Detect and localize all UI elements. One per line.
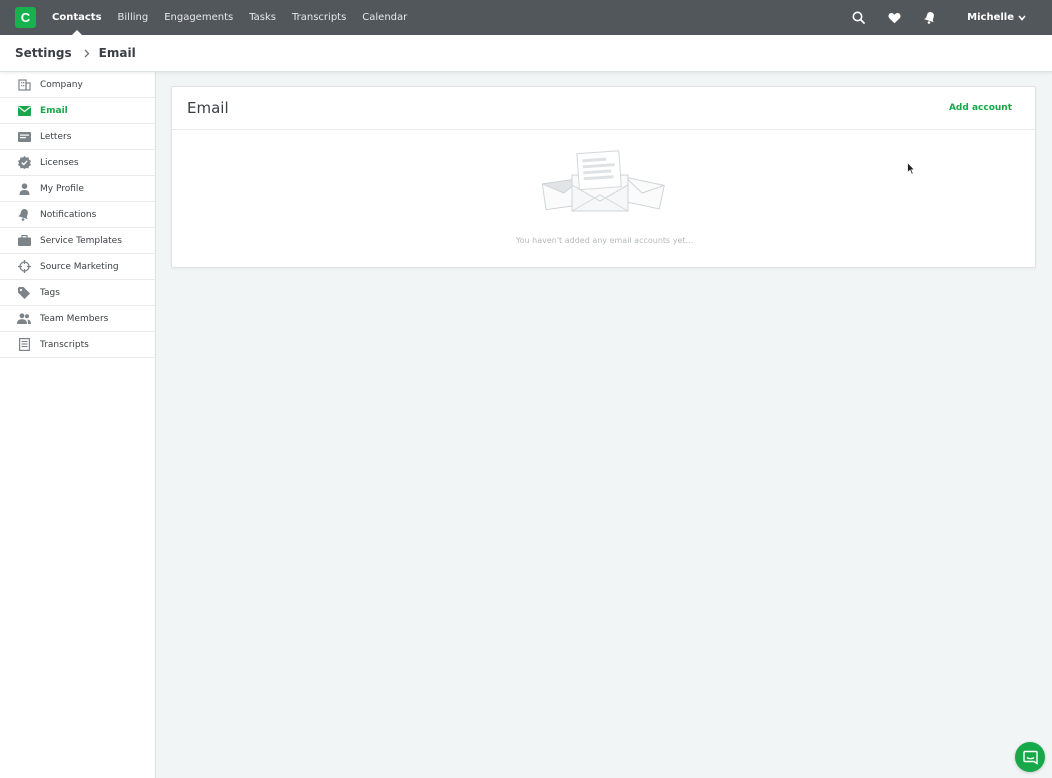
app-logo[interactable]: C [15, 7, 36, 28]
top-navbar: C Contacts Billing Engagements Tasks Tra… [0, 0, 1052, 35]
sidebar-item-label: Email [40, 105, 68, 116]
bell-icon [17, 208, 31, 222]
sidebar-item-licenses[interactable]: Licenses [0, 150, 155, 176]
tag-icon [17, 286, 31, 300]
sidebar-item-label: Service Templates [40, 235, 122, 246]
sidebar-item-team-members[interactable]: Team Members [0, 306, 155, 332]
sidebar-item-label: My Profile [40, 183, 84, 194]
breadcrumb: Settings Email [0, 35, 1052, 72]
sidebar-item-label: Company [40, 79, 83, 90]
building-icon [17, 78, 31, 92]
main-nav: Contacts Billing Engagements Tasks Trans… [44, 0, 415, 35]
topbar-actions: Michelle [851, 0, 1052, 35]
chat-icon [1022, 750, 1038, 765]
sidebar-item-notifications[interactable]: Notifications [0, 202, 155, 228]
badge-icon [17, 156, 31, 170]
sidebar-item-label: Licenses [40, 157, 79, 168]
nav-calendar[interactable]: Calendar [354, 0, 415, 35]
sidebar-item-source-marketing[interactable]: Source Marketing [0, 254, 155, 280]
mouse-cursor-icon [907, 160, 916, 179]
sidebar-item-company[interactable]: Company [0, 72, 155, 98]
search-icon[interactable] [851, 11, 865, 25]
document-icon [17, 338, 31, 352]
breadcrumb-email: Email [98, 46, 136, 60]
sidebar-item-label: Source Marketing [40, 261, 119, 272]
sidebar-item-service-templates[interactable]: Service Templates [0, 228, 155, 254]
card-header: Email Add account [172, 87, 1035, 130]
nav-tasks[interactable]: Tasks [241, 0, 284, 35]
sidebar-item-letters[interactable]: Letters [0, 124, 155, 150]
empty-envelopes-illustration [540, 149, 666, 219]
heart-icon[interactable] [887, 11, 901, 25]
sidebar-item-label: Team Members [40, 313, 109, 324]
page-title: Email [187, 99, 229, 117]
sidebar-item-transcripts[interactable]: Transcripts [0, 332, 155, 358]
empty-state-message: You haven't added any email accounts yet… [515, 236, 694, 245]
crosshair-icon [17, 260, 31, 274]
nav-contacts[interactable]: Contacts [44, 0, 110, 35]
settings-sidebar: Company Email Letters Licenses My Profil… [0, 72, 156, 778]
sidebar-item-label: Notifications [40, 209, 97, 220]
chevron-right-icon [84, 49, 90, 58]
nav-billing[interactable]: Billing [110, 0, 157, 35]
sidebar-item-tags[interactable]: Tags [0, 280, 155, 306]
add-account-button[interactable]: Add account [949, 103, 1012, 113]
sidebar-item-my-profile[interactable]: My Profile [0, 176, 155, 202]
nav-transcripts[interactable]: Transcripts [284, 0, 354, 35]
breadcrumb-settings[interactable]: Settings [15, 46, 72, 60]
sidebar-item-label: Transcripts [40, 339, 89, 350]
user-menu[interactable]: Michelle [967, 12, 1026, 23]
chevron-down-icon [1018, 14, 1026, 21]
sidebar-item-label: Letters [40, 131, 72, 142]
chat-launcher-button[interactable] [1015, 742, 1045, 772]
user-name: Michelle [967, 12, 1014, 23]
bell-icon[interactable] [923, 11, 937, 25]
briefcase-icon [17, 234, 31, 248]
envelope-icon [17, 104, 31, 118]
sidebar-item-email[interactable]: Email [0, 98, 155, 124]
sidebar-item-label: Tags [40, 287, 60, 298]
team-icon [17, 312, 31, 326]
nav-engagements[interactable]: Engagements [156, 0, 241, 35]
letters-icon [17, 130, 31, 144]
user-icon [17, 182, 31, 196]
